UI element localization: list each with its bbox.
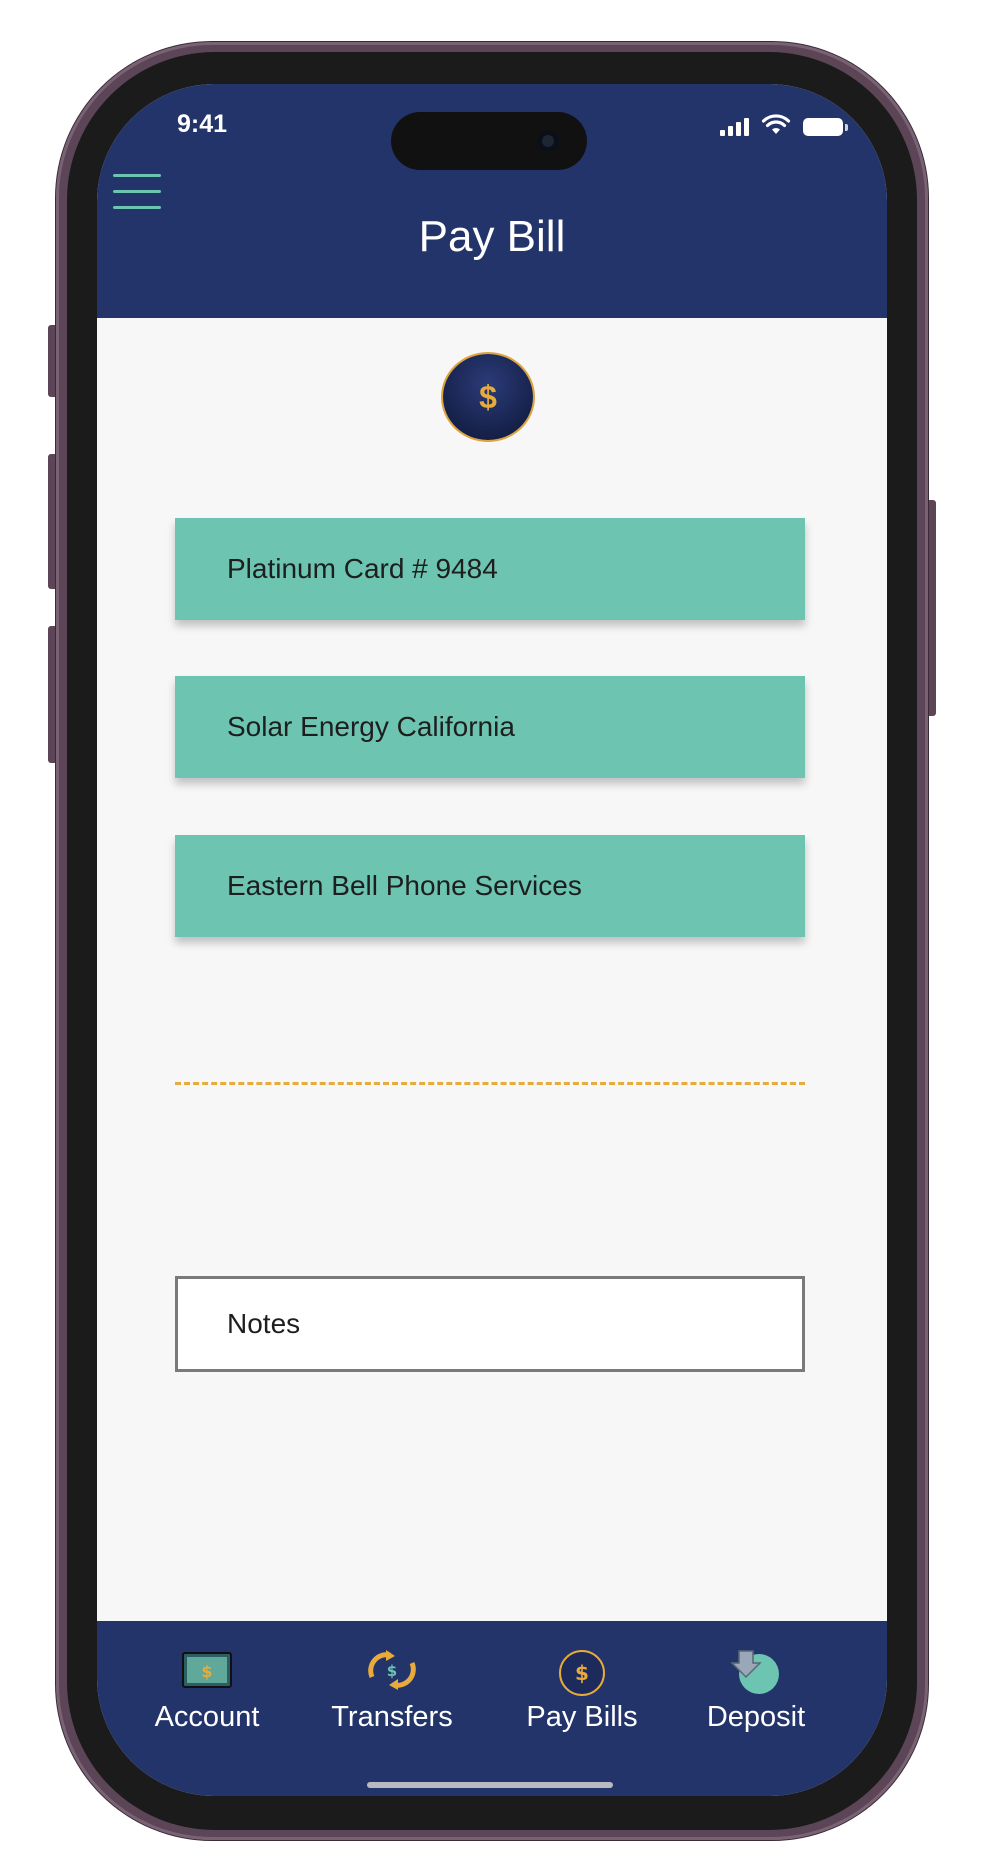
battery-icon xyxy=(803,118,848,136)
amount-divider xyxy=(175,1082,805,1085)
wallet-icon: $ xyxy=(182,1652,232,1688)
hamburger-menu-icon[interactable] xyxy=(113,174,161,210)
home-indicator[interactable] xyxy=(367,1782,613,1788)
nav-item-account[interactable]: $ Account xyxy=(137,1639,277,1749)
svg-text:$: $ xyxy=(575,1661,589,1685)
phone-mockup: 9:41 Pay Bill $ Platinum Card # 9484 Sol… xyxy=(0,0,983,1873)
payee-option-solar-energy[interactable]: Solar Energy California xyxy=(175,676,805,778)
status-icons xyxy=(720,112,848,136)
page-title: Pay Bill xyxy=(418,212,566,261)
nav-label: Pay Bills xyxy=(526,1701,638,1733)
nav-label: Account xyxy=(154,1701,260,1733)
transfer-arrows-icon: $ xyxy=(368,1650,416,1690)
svg-text:$: $ xyxy=(201,1662,212,1681)
notes-field[interactable] xyxy=(175,1276,805,1372)
payee-label: Solar Energy California xyxy=(227,711,515,742)
payee-label: Eastern Bell Phone Services xyxy=(227,870,582,901)
app-screen: 9:41 Pay Bill $ Platinum Card # 9484 Sol… xyxy=(97,84,887,1796)
dynamic-island xyxy=(391,112,587,170)
wifi-icon xyxy=(761,114,791,134)
dollar-coin-icon: $ xyxy=(559,1650,605,1696)
bottom-navigation: $ Account $ Transfers $ Pay Bills Deposi… xyxy=(97,1621,887,1796)
svg-text:$: $ xyxy=(387,1662,397,1680)
status-time: 9:41 xyxy=(177,110,228,138)
nav-item-pay-bills[interactable]: $ Pay Bills xyxy=(507,1639,657,1749)
payee-option-platinum-card[interactable]: Platinum Card # 9484 xyxy=(175,518,805,620)
payee-option-eastern-bell[interactable]: Eastern Bell Phone Services xyxy=(175,835,805,937)
nav-item-transfers[interactable]: $ Transfers xyxy=(317,1639,467,1749)
cellular-signal-icon xyxy=(720,116,749,136)
app-header: 9:41 Pay Bill xyxy=(97,84,887,318)
camera-icon xyxy=(537,130,559,152)
nav-label: Transfers xyxy=(331,1701,453,1733)
payee-label: Platinum Card # 9484 xyxy=(227,553,498,584)
dollar-coin-icon: $ xyxy=(443,354,533,440)
nav-label: Deposit xyxy=(706,1701,806,1733)
deposit-icon xyxy=(730,1650,779,1694)
nav-item-deposit[interactable]: Deposit xyxy=(681,1639,831,1749)
